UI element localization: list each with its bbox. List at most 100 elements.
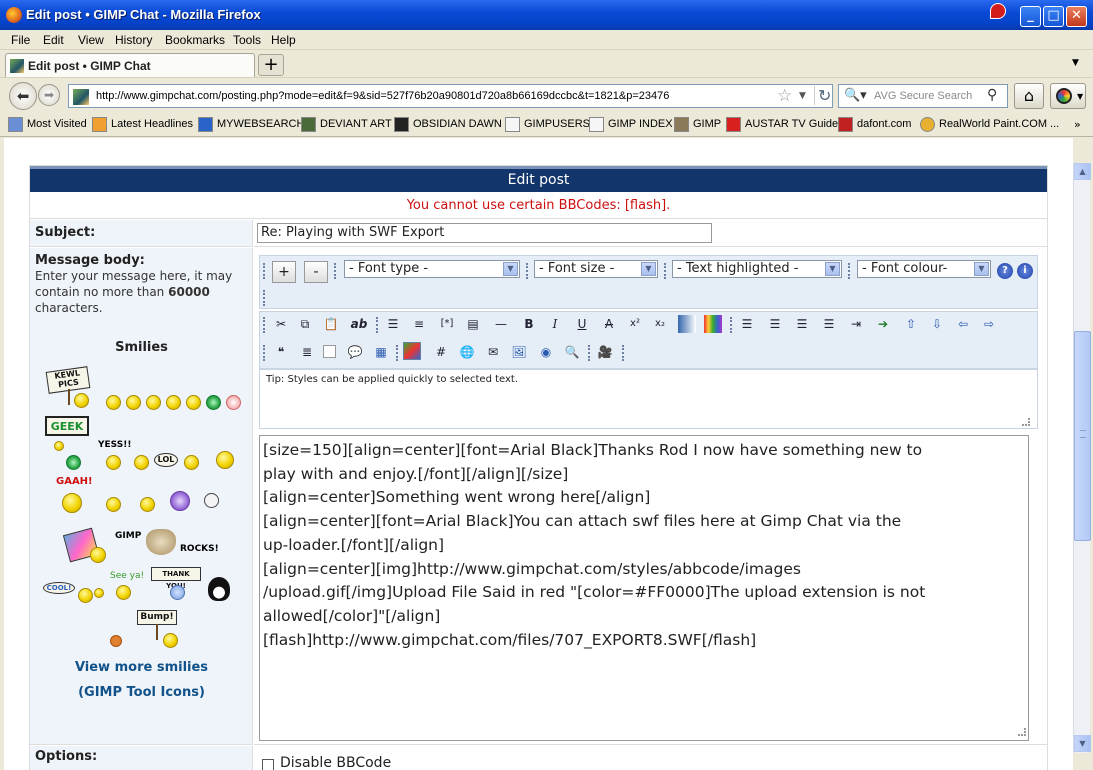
search-engine-icon[interactable]: 🔍▾ (844, 88, 867, 103)
window-icon[interactable]: ▦ (372, 343, 390, 361)
gimp-smilie-text[interactable]: GIMP (115, 531, 141, 541)
yess-smilie-text[interactable]: YESS!! (98, 440, 131, 450)
site-identity-icon[interactable] (73, 89, 89, 105)
thumbnail-icon[interactable]: ◉ (537, 343, 555, 361)
bookmark-gimp-index[interactable]: GIMP INDEX (589, 117, 673, 132)
scroll-left-icon[interactable]: ⇦ (954, 315, 972, 333)
info-icon[interactable]: i (1017, 263, 1033, 279)
bookmarks-overflow-chevron-icon[interactable]: » (1074, 118, 1081, 131)
thank-you-smilie[interactable]: THANK YOU! (151, 567, 201, 590)
menu-bookmarks[interactable]: Bookmarks (165, 33, 225, 47)
smilie-icon[interactable] (186, 395, 201, 410)
copy-icon[interactable]: ⧉ (296, 315, 314, 333)
hash-icon[interactable]: # (432, 343, 450, 361)
penguin-smilie[interactable] (208, 577, 230, 601)
view-more-smilies-link[interactable]: View more smilies (30, 660, 253, 675)
email-icon[interactable]: ✉ (484, 343, 502, 361)
gimp-tool-icons-link[interactable]: (GIMP Tool Icons) (30, 685, 253, 700)
superscript-icon[interactable]: x² (626, 315, 644, 333)
lol-smilie[interactable]: LOL (154, 453, 178, 467)
smilie-icon[interactable] (106, 455, 121, 470)
reload-icon[interactable]: ↻ (814, 86, 831, 105)
url-text[interactable]: http://www.gimpchat.com/posting.php?mode… (96, 90, 669, 102)
menu-file[interactable]: File (11, 33, 30, 47)
smilie-icon[interactable] (62, 493, 82, 513)
spoiler-icon[interactable] (323, 345, 336, 358)
paste-icon[interactable]: 📋 (322, 315, 340, 333)
smilie-icon[interactable] (206, 395, 221, 410)
table-icon[interactable]: ▤ (464, 315, 482, 333)
smilie-icon[interactable] (170, 585, 185, 600)
subject-input[interactable]: Re: Playing with SWF Export (257, 223, 712, 243)
smilie-icon[interactable] (146, 395, 161, 410)
bookmark-most-visited[interactable]: Most Visited (8, 117, 87, 132)
back-button[interactable]: ⬅ (9, 82, 37, 110)
menu-edit[interactable]: Edit (43, 33, 64, 47)
scroll-up-icon[interactable]: ⇧ (902, 315, 920, 333)
smilie-icon[interactable] (216, 451, 234, 469)
window-title-bar[interactable]: Edit post • GIMP Chat - Mozilla Firefox … (0, 0, 1093, 30)
cool-smilie[interactable]: COOL! (43, 582, 75, 594)
quote-icon[interactable]: ❝ (272, 343, 290, 361)
smilie-icon[interactable] (163, 633, 178, 648)
upload-icon[interactable] (403, 342, 421, 360)
menu-history[interactable]: History (115, 33, 152, 47)
horizontal-rule-icon[interactable]: — (492, 315, 510, 333)
underline-icon[interactable]: U (573, 315, 591, 333)
scroll-down-icon[interactable]: ⇩ (928, 315, 946, 333)
bookmark-gimp[interactable]: GIMP (674, 117, 721, 132)
new-tab-button[interactable]: + (258, 54, 284, 76)
scroll-right-icon[interactable]: ⇨ (980, 315, 998, 333)
smilie-icon[interactable] (226, 395, 241, 410)
wilber-smilie[interactable] (146, 529, 176, 555)
rocks-smilie-text[interactable]: ROCKS! (180, 544, 219, 554)
scroll-down-arrow-icon[interactable]: ▼ (1074, 735, 1091, 752)
help-icon[interactable]: ? (997, 263, 1013, 279)
font-type-select[interactable]: - Font type - ▼ (344, 260, 520, 278)
avg-toolbar-button[interactable]: ▼ (1050, 83, 1086, 109)
web-link-icon[interactable]: 🌐 (458, 343, 476, 361)
search-box[interactable]: 🔍▾ AVG Secure Search ⚲ (838, 84, 1008, 108)
decrease-size-button[interactable]: - (304, 261, 328, 283)
text-highlighted-select[interactable]: - Text highlighted - ▼ (672, 260, 842, 278)
subscript-icon[interactable]: x₂ (651, 315, 669, 333)
search-go-icon[interactable]: ⚲ (987, 87, 997, 103)
maximize-button[interactable]: □ (1043, 6, 1064, 27)
smilie-icon[interactable] (166, 395, 181, 410)
smilie-icon[interactable] (134, 455, 149, 470)
bold-icon[interactable]: B (520, 315, 538, 333)
smilie-icon[interactable] (170, 491, 190, 511)
rainbow-icon[interactable] (704, 315, 722, 333)
smilie-icon[interactable] (204, 493, 219, 508)
smilie-icon[interactable] (106, 395, 121, 410)
justify-icon[interactable]: ☰ (738, 315, 756, 333)
smilie-icon[interactable] (184, 455, 199, 470)
bookmark-austar-tv-guide[interactable]: AUSTAR TV Guide (726, 117, 838, 132)
gaah-smilie-text[interactable]: GAAH! (56, 476, 93, 487)
see-ya-smilie-text[interactable]: See ya! (110, 571, 144, 581)
smilie-icon[interactable] (116, 585, 131, 600)
video-icon[interactable]: 🎥 (596, 343, 614, 361)
bump-smilie[interactable]: Bump! (137, 610, 177, 625)
scrollbar-thumb[interactable] (1074, 331, 1091, 541)
align-left-icon[interactable]: ☰ (766, 315, 784, 333)
menu-view[interactable]: View (78, 33, 104, 47)
smilie-icon[interactable] (110, 635, 122, 647)
align-center-icon[interactable]: ☰ (793, 315, 811, 333)
forward-button[interactable]: ➡ (38, 84, 60, 106)
code-icon[interactable]: ≣ (298, 343, 316, 361)
bookmark-latest-headlines[interactable]: Latest Headlines (92, 117, 193, 132)
scroll-up-arrow-icon[interactable]: ▲ (1074, 163, 1091, 180)
bullet-list-icon[interactable]: ☰ (384, 315, 402, 333)
disable-bbcode-checkbox[interactable] (262, 759, 274, 770)
search-icon[interactable]: 🔍 (563, 343, 581, 361)
minimize-button[interactable]: _ (1020, 6, 1041, 27)
url-history-chevron-icon[interactable]: ▼ (799, 91, 806, 101)
marquee-icon[interactable]: ➔ (874, 315, 892, 333)
close-button[interactable]: ✕ (1066, 6, 1087, 27)
smilie-icon[interactable] (74, 393, 89, 408)
message-textarea[interactable]: [size=150][align=center][font=Arial Blac… (259, 435, 1029, 741)
font-size-select[interactable]: - Font size - ▼ (534, 260, 658, 278)
home-button[interactable]: ⌂ (1014, 83, 1044, 109)
tip-resize-handle[interactable] (1022, 418, 1030, 426)
